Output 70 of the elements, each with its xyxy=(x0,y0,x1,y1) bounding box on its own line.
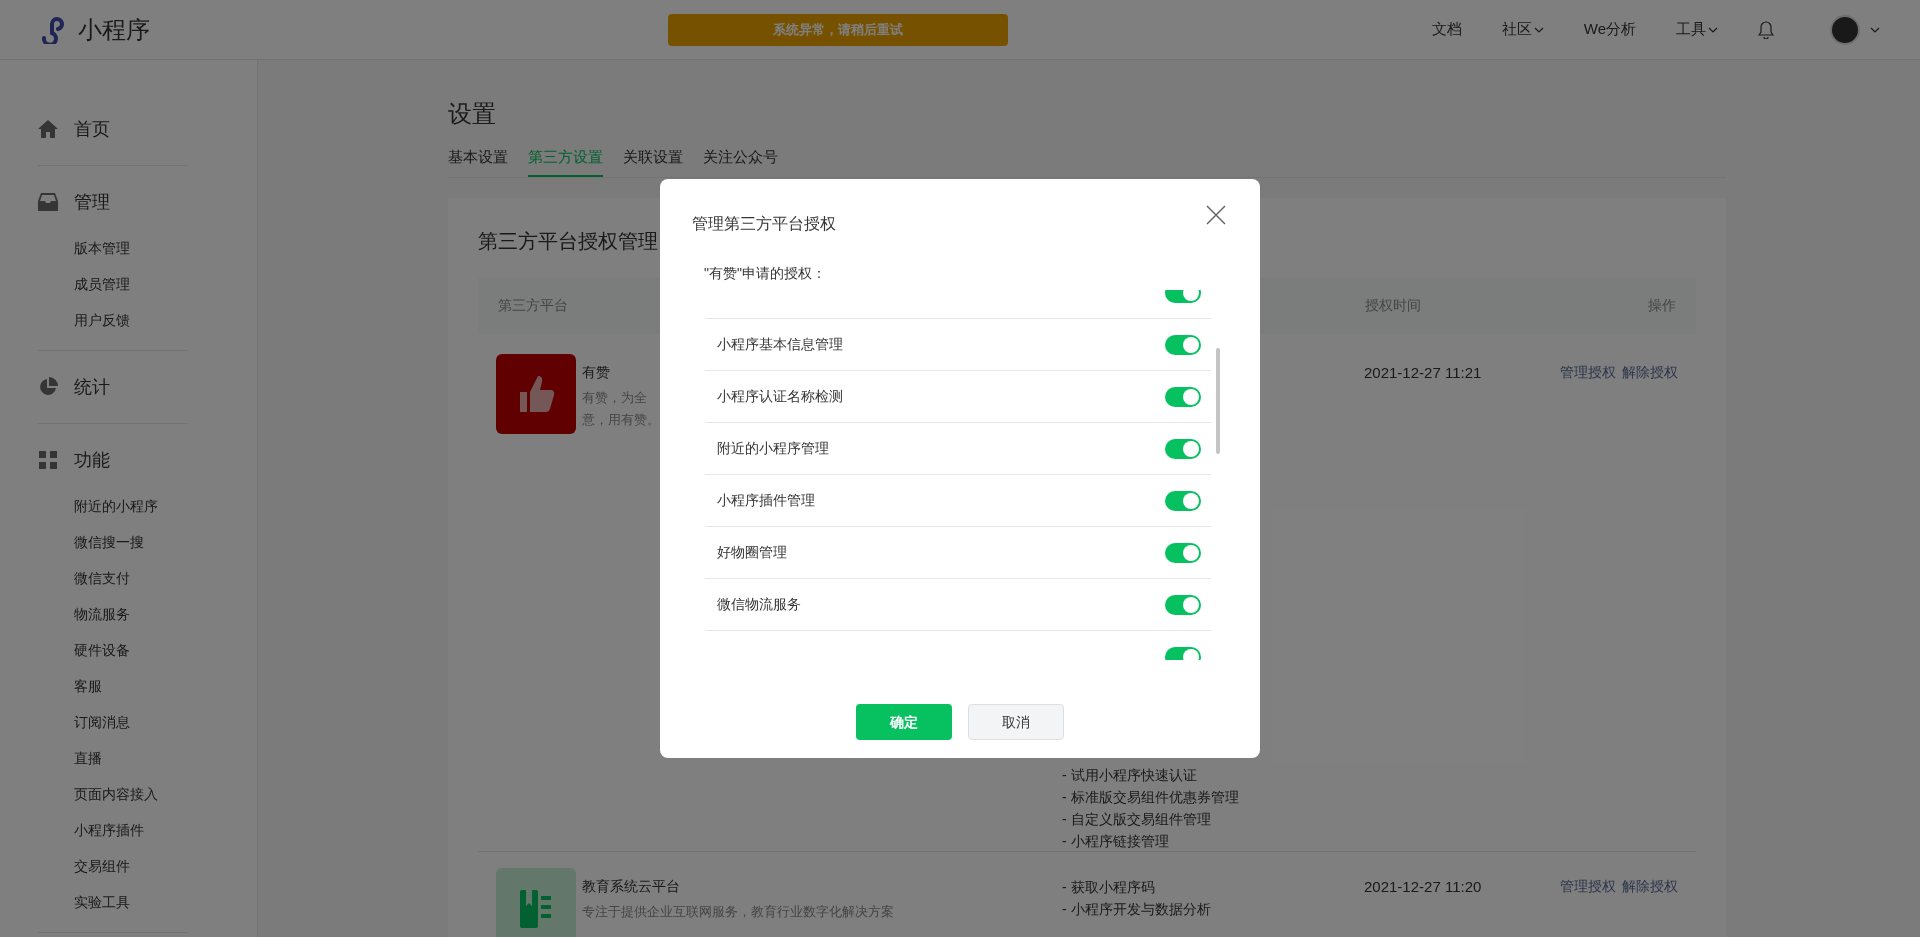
dialog-button[interactable]: 确定 xyxy=(856,704,952,740)
toggle-switch[interactable] xyxy=(1165,594,1201,615)
permission-item: - 自定义版交易组件管理 xyxy=(1062,809,1211,829)
auth-time: 2021-12-27 11:21 xyxy=(1364,362,1483,383)
platform-description: 有赞，为全 xyxy=(582,388,647,407)
permission-item: - 获取小程序码 xyxy=(1062,877,1155,897)
nav-link[interactable]: 工具 xyxy=(1676,18,1718,41)
nav-link[interactable]: 社区 xyxy=(1501,18,1544,41)
toggle-switch[interactable] xyxy=(1165,490,1201,511)
action-link[interactable]: 解除授权 xyxy=(1622,361,1678,383)
sidebar-item[interactable]: 硬件设备 xyxy=(74,632,188,668)
permission-label: 小程序基本信息管理 xyxy=(717,335,843,354)
grid-icon xyxy=(39,451,57,469)
card-title: 第三方平台授权管理 xyxy=(478,228,658,254)
sidebar-section[interactable]: 管理 xyxy=(38,178,188,226)
sidebar-item[interactable]: 成员管理 xyxy=(74,266,188,302)
sidebar-item[interactable]: 版本管理 xyxy=(74,230,188,266)
sidebar-item[interactable]: 微信搜一搜 xyxy=(74,524,188,560)
action-link[interactable]: 解除授权 xyxy=(1622,875,1678,897)
permission-label: 小程序认证名称检测 xyxy=(717,387,843,406)
toggle-switch[interactable] xyxy=(1165,542,1201,563)
permission-label: 小程序插件管理 xyxy=(717,491,815,510)
close-icon xyxy=(1206,205,1226,225)
bell-icon[interactable] xyxy=(1758,20,1774,39)
permission-item: - 小程序开发与数据分析 xyxy=(1062,899,1211,919)
avatar[interactable] xyxy=(1830,14,1860,45)
toggle-switch[interactable] xyxy=(1165,334,1201,355)
permission-label: 好物圈管理 xyxy=(717,543,787,562)
dialog-button[interactable]: 取消 xyxy=(968,704,1064,740)
inbox-icon xyxy=(38,193,58,211)
logo-text: 小程序 xyxy=(78,14,150,45)
sidebar-item[interactable]: 订阅消息 xyxy=(74,704,188,740)
alert-banner: 系统异常，请稍后重试 xyxy=(668,13,1009,46)
permission-label: 附近的小程序管理 xyxy=(717,439,829,458)
tab[interactable]: 关注公众号 xyxy=(703,146,778,177)
sidebar-item[interactable]: 物流服务 xyxy=(74,596,188,632)
action-link[interactable]: 管理授权 xyxy=(1560,875,1616,897)
platform-name: 教育系统云平台 xyxy=(582,876,680,896)
dialog-subtitle: "有赞"申请的授权： xyxy=(704,264,826,283)
sidebar-item[interactable]: 客服 xyxy=(74,668,188,704)
sidebar-item[interactable]: 实验工具 xyxy=(74,884,188,920)
toggle-switch[interactable] xyxy=(1165,386,1201,407)
sidebar-item[interactable]: 直播 xyxy=(74,740,188,776)
dialog-title: 管理第三方平台授权 xyxy=(692,215,836,233)
sidebar-item[interactable]: 页面内容接入 xyxy=(74,776,188,812)
page-title: 设置 xyxy=(448,99,497,129)
permission-item: - 小程序链接管理 xyxy=(1062,831,1169,851)
sidebar-section[interactable]: 首页 xyxy=(38,105,188,153)
close-button[interactable] xyxy=(1206,205,1226,225)
sidebar-item[interactable]: 交易组件 xyxy=(74,848,188,884)
sidebar-item[interactable]: 附近的小程序 xyxy=(74,488,188,524)
scrollbar[interactable] xyxy=(1216,348,1220,454)
nav-link[interactable]: We分析 xyxy=(1583,18,1636,41)
sidebar-item[interactable]: 微信支付 xyxy=(74,560,188,596)
action-link[interactable]: 管理授权 xyxy=(1560,361,1616,383)
home-icon xyxy=(38,120,58,138)
permission-item: - 试用小程序快速认证 xyxy=(1062,765,1197,785)
permission-label: 微信物流服务 xyxy=(717,595,801,614)
nav-link[interactable]: 文档 xyxy=(1431,18,1462,41)
tab[interactable]: 关联设置 xyxy=(623,146,683,177)
sidebar-section[interactable]: 统计 xyxy=(38,363,188,411)
sidebar-item[interactable]: 小程序插件 xyxy=(74,812,188,848)
sidebar-section[interactable]: 功能 xyxy=(38,436,188,484)
pie-chart-icon xyxy=(38,377,58,397)
auth-time: 2021-12-27 11:20 xyxy=(1364,876,1483,897)
sidebar-item[interactable]: 用户反馈 xyxy=(74,302,188,338)
permission-item: - 标准版交易组件优惠券管理 xyxy=(1062,787,1239,807)
toggle-switch[interactable] xyxy=(1165,438,1201,459)
platform-name: 有赞 xyxy=(582,362,610,382)
tab[interactable]: 基本设置 xyxy=(448,146,508,177)
